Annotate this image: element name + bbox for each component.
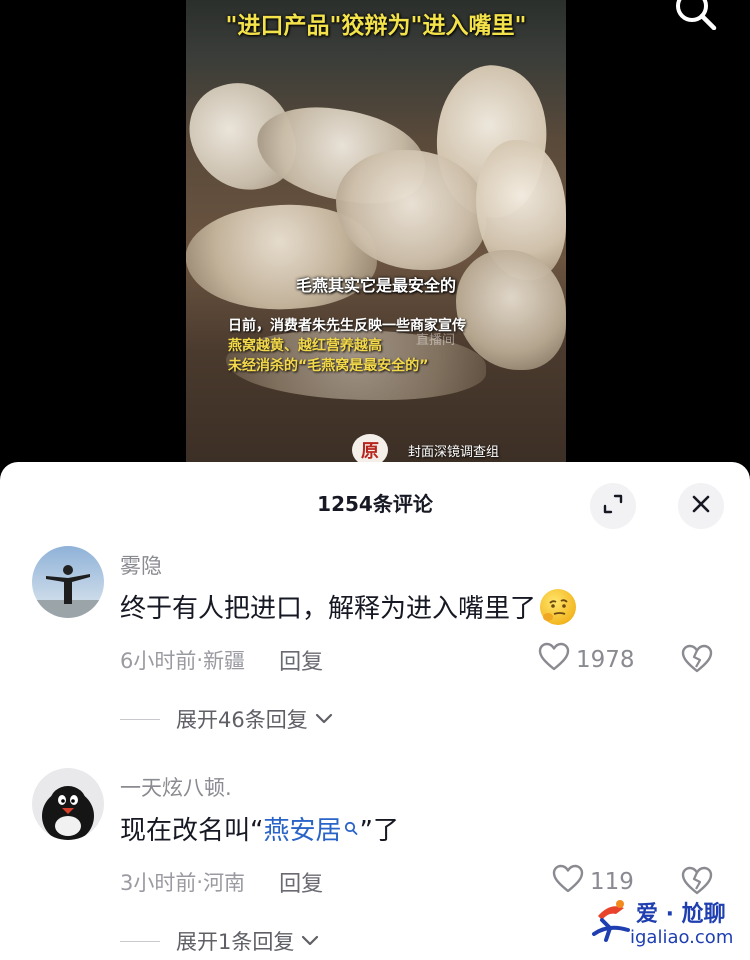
like-count: 119 xyxy=(590,869,634,895)
caption-line: 燕窝越黄、越红营养越高 xyxy=(228,338,382,354)
video-subtitle: 毛燕其实它是最安全的 xyxy=(295,276,456,295)
reply-button[interactable]: 回复 xyxy=(279,866,323,898)
chevron-down-icon xyxy=(300,929,320,953)
expand-replies-label: 展开1条回复 xyxy=(176,930,295,954)
comment-time: 6小时前 xyxy=(120,649,197,673)
comments-count-title: 1254条评论 xyxy=(317,492,433,516)
caption-line: 未经消杀的“毛燕窝是最安全的” xyxy=(228,358,429,374)
caption-line: 日前，消费者朱先生反映一些商家宣传 xyxy=(228,318,466,334)
divider-line xyxy=(120,718,160,720)
site-watermark: 爱 · 尬聊 igaliao.com xyxy=(588,894,748,954)
comment-meta: 6小时前 · 新疆 回复 xyxy=(120,644,323,676)
comment-text-before: 现在改名叫“ xyxy=(120,816,264,846)
search-icon[interactable] xyxy=(344,814,358,844)
meta-separator: · xyxy=(196,648,204,672)
expand-replies-label: 展开46条回复 xyxy=(176,708,308,732)
video-player[interactable]: "进口产品"狡辩为"进入嘴里" 毛燕其实它是最安全的 直播间 日前，消费者朱先生… xyxy=(0,0,750,470)
video-frame[interactable]: "进口产品"狡辩为"进入嘴里" 毛燕其实它是最安全的 直播间 日前，消费者朱先生… xyxy=(186,0,566,470)
comment-username[interactable]: 一天炫八顿. xyxy=(120,772,232,802)
heart-icon xyxy=(552,864,584,900)
site-title: 爱 · 尬聊 xyxy=(636,902,726,927)
dislike-broken-heart-icon[interactable] xyxy=(680,644,714,674)
search-icon[interactable] xyxy=(672,0,718,31)
comment-username[interactable]: 雾隐 xyxy=(120,550,162,580)
comments-sheet: 1254条评论 雾隐 终于有人把进口，解释为进入嘴里了 6小时前 · 新疆 回复… xyxy=(0,462,750,960)
reply-button[interactable]: 回复 xyxy=(279,644,323,676)
comment-text-after: ”了 xyxy=(359,816,399,846)
dislike-broken-heart-icon[interactable] xyxy=(680,866,714,896)
close-icon xyxy=(691,494,711,518)
expand-icon xyxy=(602,493,624,519)
comment-meta: 3小时前 · 河南 回复 xyxy=(120,866,323,898)
like-count: 1978 xyxy=(576,647,635,673)
meta-separator: · xyxy=(196,870,204,894)
like-button[interactable]: 1978 xyxy=(538,642,635,678)
comment-text: 现在改名叫“ 燕安居 ”了 xyxy=(120,810,399,847)
search-keyword-link[interactable]: 燕安居 xyxy=(263,810,341,847)
comment-location: 新疆 xyxy=(203,649,246,673)
video-title-overlay: "进口产品"狡辩为"进入嘴里" xyxy=(225,13,527,39)
thinking-emoji-icon xyxy=(540,588,577,625)
expand-replies-button[interactable]: 展开1条回复 xyxy=(120,926,320,956)
close-comments-button[interactable] xyxy=(678,483,724,529)
comment-text: 终于有人把进口，解释为进入嘴里了 xyxy=(120,588,577,625)
avatar[interactable] xyxy=(32,768,104,840)
comment-text-content: 终于有人把进口，解释为进入嘴里了 xyxy=(120,594,537,624)
avatar[interactable] xyxy=(32,546,104,618)
site-url: igaliao.com xyxy=(630,927,734,948)
comment-location: 河南 xyxy=(203,871,246,895)
logo-text: 封面深镜调查组 xyxy=(408,444,500,460)
divider-line xyxy=(120,940,160,942)
expand-replies-button[interactable]: 展开46条回复 xyxy=(120,704,334,734)
chevron-down-icon xyxy=(314,707,334,731)
expand-fullscreen-button[interactable] xyxy=(590,483,636,529)
video-caption-block: 日前，消费者朱先生反映一些商家宣传 燕窝越黄、越红营养越高 未经消杀的“毛燕窝是… xyxy=(228,316,558,376)
heart-icon xyxy=(538,642,570,678)
comment-time: 3小时前 xyxy=(120,871,197,895)
